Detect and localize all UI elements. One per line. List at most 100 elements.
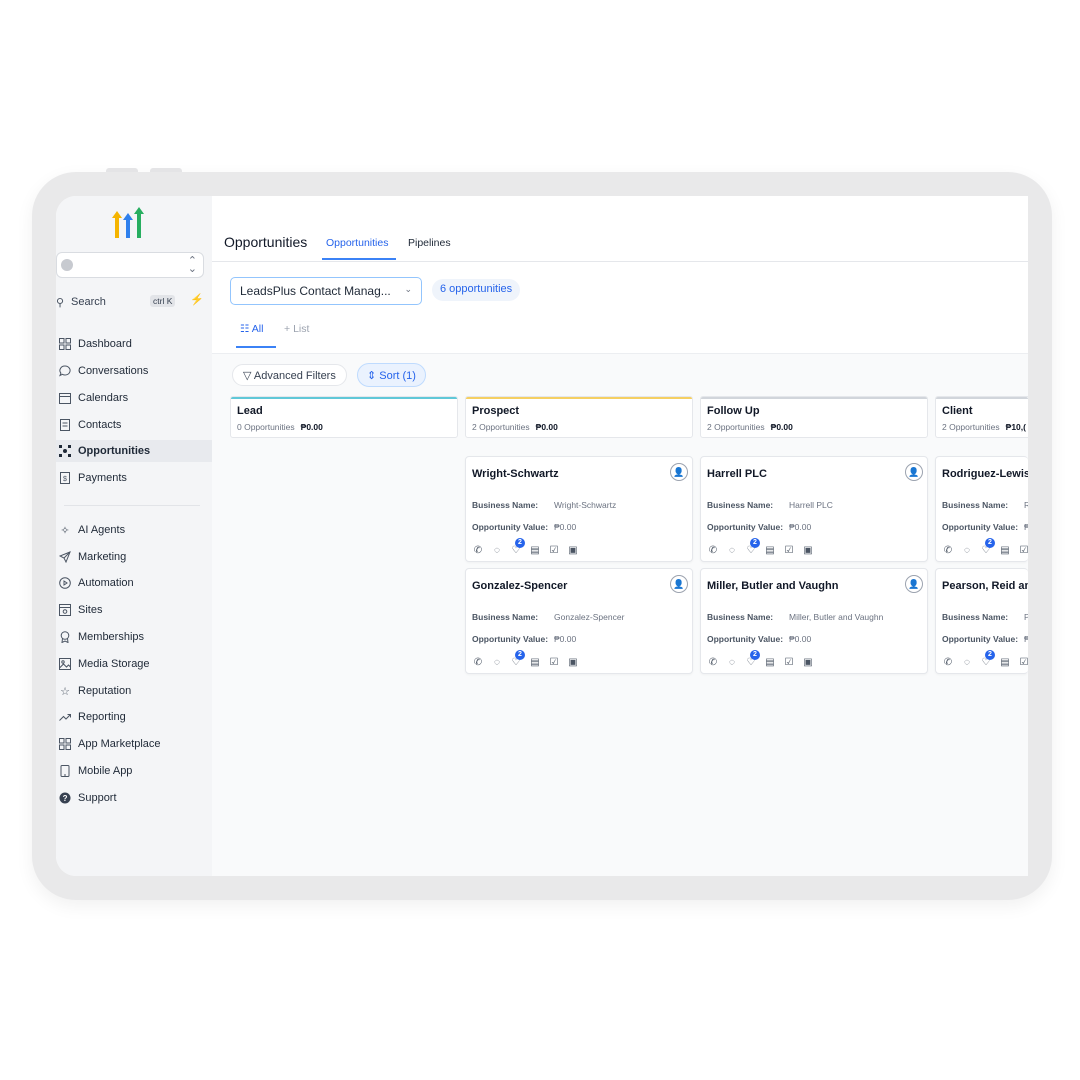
- sidebar-item-calendars[interactable]: Calendars: [56, 387, 212, 409]
- stage-count: 2 Opportunities: [942, 422, 1000, 432]
- opportunity-card[interactable]: Rodriguez-Lewis Business Name: R Opportun…: [935, 456, 1028, 562]
- opportunity-count-badge: 6 opportunities: [432, 279, 521, 301]
- appointment-icon[interactable]: ▣: [802, 544, 814, 556]
- card-value-row: Opportunity Value: ₱0.00: [472, 522, 576, 532]
- sidebar-item-conversations[interactable]: Conversations: [56, 360, 212, 382]
- assign-user-icon[interactable]: 👤: [905, 463, 923, 481]
- message-icon[interactable]: ◌: [726, 544, 738, 556]
- sidebar-item-media-storage[interactable]: Media Storage: [56, 653, 212, 675]
- notes-icon[interactable]: ▤: [764, 656, 776, 668]
- opportunity-value: ₱: [1024, 634, 1028, 644]
- card-business-row: Business Name: Wright-Schwartz: [472, 500, 616, 510]
- assign-user-icon[interactable]: 👤: [670, 575, 688, 593]
- opportunity-card[interactable]: Gonzalez-Spencer 👤 Business Name: Gonzale…: [465, 568, 693, 674]
- stage-summary: 2 Opportunities ₱0.00: [707, 422, 793, 432]
- advanced-filters-button[interactable]: ▽ Advanced Filters: [232, 364, 347, 386]
- message-icon[interactable]: ◌: [961, 544, 973, 556]
- sidebar-item-label: App Marketplace: [78, 738, 161, 750]
- sidebar-item-sites[interactable]: Sites: [56, 599, 212, 621]
- image-icon: [58, 657, 72, 671]
- sidebar-item-app-marketplace[interactable]: App Marketplace: [56, 733, 212, 755]
- business-name-value: R: [1024, 500, 1028, 510]
- message-icon[interactable]: ◌: [961, 656, 973, 668]
- tab-opportunities[interactable]: Opportunities: [326, 237, 388, 249]
- view-tab-all[interactable]: ☷ All: [240, 323, 263, 335]
- search-button[interactable]: ⚲ Search ctrl K ⚡: [56, 292, 206, 312]
- notes-icon[interactable]: ▤: [999, 544, 1011, 556]
- opportunity-card[interactable]: Harrell PLC 👤 Business Name: Harrell PLC …: [700, 456, 928, 562]
- sidebar-item-dashboard[interactable]: Dashboard: [56, 333, 212, 355]
- appointment-icon[interactable]: ▣: [567, 544, 579, 556]
- sidebar-item-marketing[interactable]: Marketing: [56, 546, 212, 568]
- assign-user-icon[interactable]: 👤: [905, 575, 923, 593]
- task-icon[interactable]: ☑: [783, 656, 795, 668]
- message-icon[interactable]: ◌: [726, 656, 738, 668]
- phone-icon[interactable]: ✆: [942, 656, 954, 668]
- assign-user-icon[interactable]: 👤: [670, 463, 688, 481]
- message-icon[interactable]: ◌: [491, 656, 503, 668]
- phone-icon[interactable]: ✆: [472, 544, 484, 556]
- notes-icon[interactable]: ▤: [529, 544, 541, 556]
- sidebar-item-contacts[interactable]: Contacts: [56, 414, 212, 436]
- tag-icon[interactable]: ♡ 2: [745, 538, 760, 556]
- appointment-icon[interactable]: ▣: [567, 656, 579, 668]
- task-icon[interactable]: ☑: [548, 656, 560, 668]
- phone-icon[interactable]: ✆: [942, 544, 954, 556]
- dashboard-icon: [58, 337, 72, 351]
- account-switcher[interactable]: ⌃ ⌄: [56, 252, 204, 278]
- notes-icon[interactable]: ▤: [999, 656, 1011, 668]
- opportunity-card[interactable]: Miller, Butler and Vaughn 👤 Business Nam…: [700, 568, 928, 674]
- stage-amount: ₱0.00: [300, 422, 323, 432]
- sidebar-item-opportunities[interactable]: Opportunities: [56, 440, 212, 462]
- quick-action-icon[interactable]: ⚡: [190, 293, 204, 306]
- card-value-row: Opportunity Value: ₱0.00: [472, 634, 576, 644]
- sidebar-item-mobile-app[interactable]: Mobile App: [56, 760, 212, 782]
- phone-icon[interactable]: ✆: [707, 544, 719, 556]
- sites-icon: [58, 603, 72, 617]
- sidebar-item-reputation[interactable]: ☆ Reputation: [56, 680, 212, 702]
- account-avatar: [61, 259, 73, 271]
- sidebar-item-reporting[interactable]: Reporting: [56, 706, 212, 728]
- phone-icon[interactable]: ✆: [707, 656, 719, 668]
- message-icon[interactable]: ◌: [491, 544, 503, 556]
- task-icon[interactable]: ☑: [783, 544, 795, 556]
- tag-icon[interactable]: ♡ 2: [510, 650, 525, 668]
- notes-icon[interactable]: ▤: [764, 544, 776, 556]
- sidebar-item-payments[interactable]: $ Payments: [56, 467, 212, 489]
- stage-amount: ₱0.00: [770, 422, 793, 432]
- sidebar-item-ai-agents[interactable]: ✧ AI Agents: [56, 519, 212, 541]
- notes-icon[interactable]: ▤: [529, 656, 541, 668]
- device-button: [106, 168, 138, 172]
- stage-color-bar: [701, 397, 927, 399]
- sort-button[interactable]: ⇕ Sort (1): [357, 363, 426, 387]
- phone-icon[interactable]: ✆: [472, 656, 484, 668]
- tab-pipelines[interactable]: Pipelines: [408, 237, 451, 249]
- app-screen: ⌃ ⌄ ⚲ Search ctrl K ⚡ Dashboard Conversat…: [56, 196, 1028, 876]
- appointment-icon[interactable]: ▣: [802, 656, 814, 668]
- plus-icon: +: [284, 323, 291, 335]
- opportunity-card[interactable]: Wright-Schwartz 👤 Business Name: Wright-S…: [465, 456, 693, 562]
- sidebar-item-automation[interactable]: Automation: [56, 572, 212, 594]
- field-label: Opportunity Value:: [707, 634, 784, 644]
- sidebar-item-memberships[interactable]: Memberships: [56, 626, 212, 648]
- tag-icon[interactable]: ♡ 2: [980, 650, 995, 668]
- stage-count: 0 Opportunities: [237, 422, 295, 432]
- stage-summary: 2 Opportunities ₱10,(: [942, 422, 1026, 432]
- field-label: Business Name:: [707, 612, 774, 622]
- tag-count-badge: 2: [515, 650, 525, 660]
- send-icon: [58, 550, 72, 564]
- sidebar-item-support[interactable]: ? Support: [56, 787, 212, 809]
- pipeline-select[interactable]: LeadsPlus Contact Manag... ⌄: [230, 277, 422, 305]
- tag-icon[interactable]: ♡ 2: [510, 538, 525, 556]
- card-actions: ✆ ◌ ♡ 2 ▤ ☑ ▣: [707, 650, 821, 669]
- tag-icon[interactable]: ♡ 2: [745, 650, 760, 668]
- task-icon[interactable]: ☑: [548, 544, 560, 556]
- field-label: Business Name:: [707, 500, 774, 510]
- opportunity-card[interactable]: Pearson, Reid and Business Name: P Opport…: [935, 568, 1028, 674]
- add-view-button[interactable]: + List: [284, 323, 309, 335]
- task-icon[interactable]: ☑: [1018, 544, 1028, 556]
- tag-icon[interactable]: ♡ 2: [980, 538, 995, 556]
- sidebar-item-label: Conversations: [78, 365, 149, 377]
- task-icon[interactable]: ☑: [1018, 656, 1028, 668]
- grid-icon: [58, 737, 72, 751]
